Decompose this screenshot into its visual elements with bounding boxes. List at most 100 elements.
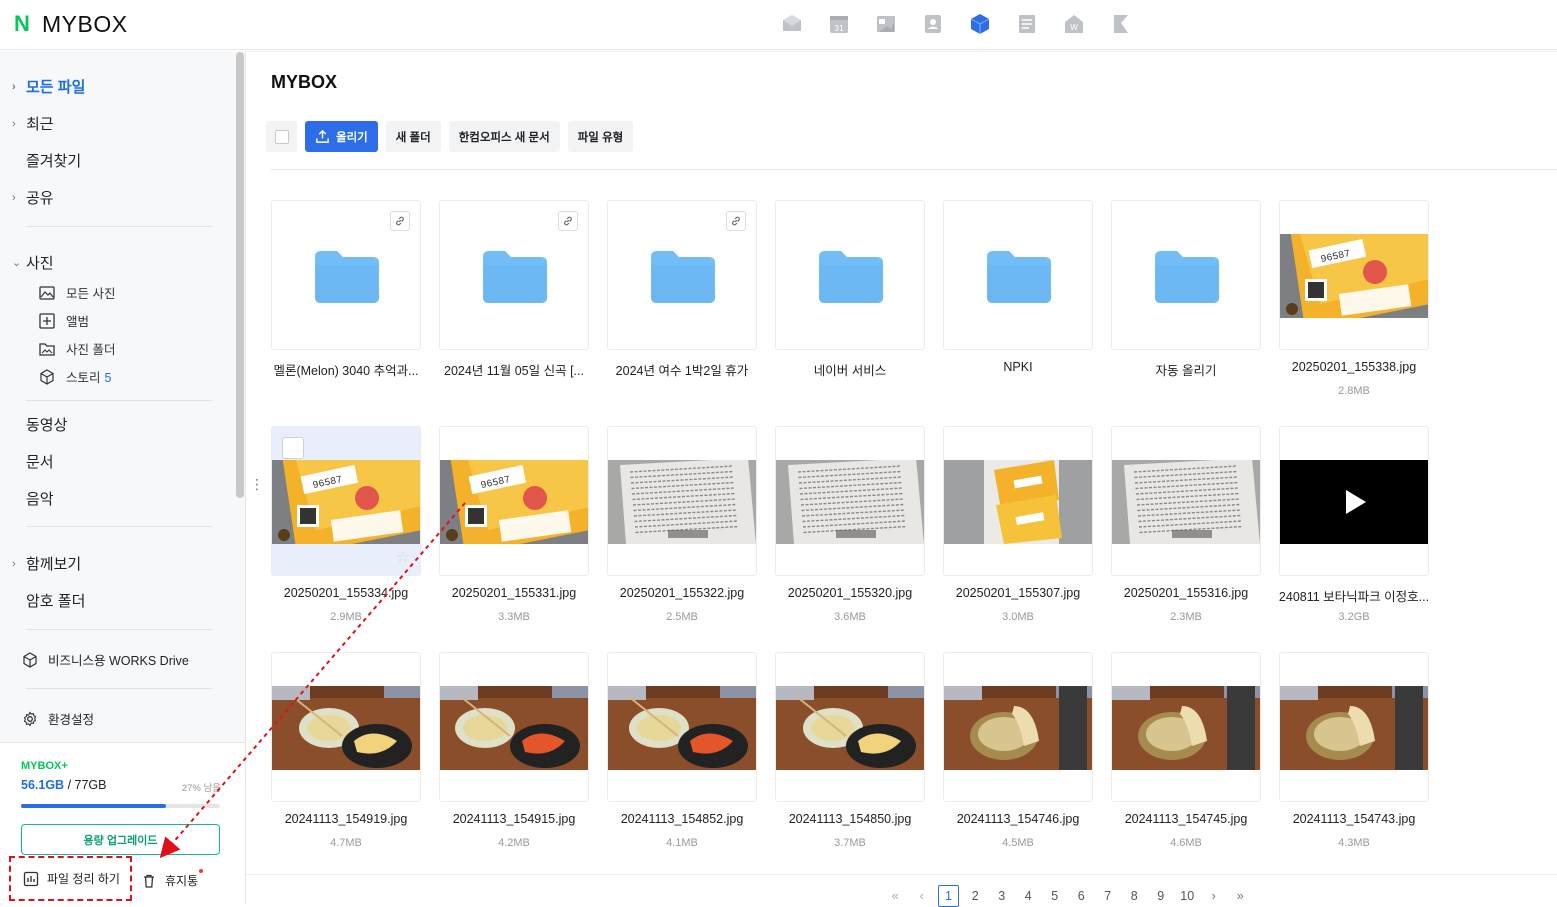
thumbnail[interactable]	[271, 652, 421, 802]
sidebar-divider	[26, 526, 212, 527]
news-app-button[interactable]	[874, 12, 898, 36]
page-number[interactable]: 6	[1068, 889, 1095, 903]
share-link-button[interactable]	[726, 211, 746, 231]
photo-thumbnail	[776, 686, 924, 770]
new-folder-button[interactable]: 새 폴더	[385, 121, 441, 152]
thumbnail[interactable]	[775, 426, 925, 576]
page-number[interactable]: 7	[1095, 889, 1122, 903]
page-number[interactable]: 2	[962, 889, 989, 903]
file-name: 20241113_154915.jpg	[452, 812, 576, 826]
photo-thumbnail	[776, 460, 924, 544]
item-checkbox[interactable]	[282, 437, 304, 459]
settings-link[interactable]: 환경설정	[22, 709, 94, 728]
page-number[interactable]: 9	[1148, 889, 1175, 903]
photo-image	[1280, 686, 1428, 770]
thumbnail[interactable]	[1279, 652, 1429, 802]
sidebar-item-label: 최근	[26, 116, 54, 133]
business-drive-link[interactable]: 비즈니스용 WORKS Drive	[22, 650, 189, 669]
star-icon[interactable]: ☆	[396, 547, 410, 567]
sidebar-item[interactable]: 음악	[26, 488, 54, 509]
thumbnail[interactable]	[271, 200, 421, 350]
storage-usage: 56.1GB / 77GB	[21, 778, 106, 792]
bookmark-icon	[1114, 15, 1128, 33]
photo-image: 96587	[272, 460, 420, 544]
prev-page-button[interactable]: ‹	[909, 889, 936, 903]
sidebar-subitem[interactable]: 스토리 5	[38, 367, 111, 386]
sidebar-item[interactable]: › 공유	[12, 187, 54, 208]
mail-app-button[interactable]	[780, 12, 804, 36]
file-size: 4.6MB	[1170, 837, 1202, 849]
sidebar-item[interactable]: 즐겨찾기	[26, 150, 81, 171]
bookmark-app-button[interactable]	[1109, 12, 1133, 36]
sidebar-item[interactable]: › 함께보기	[12, 553, 81, 574]
sidebar-subitem[interactable]: 모든 사진	[38, 283, 115, 302]
sidebar-scrollbar[interactable]	[236, 52, 244, 498]
memo-app-button[interactable]	[1015, 12, 1039, 36]
mybox-app-button[interactable]	[968, 12, 992, 36]
trash-button[interactable]: 휴지통	[141, 872, 198, 889]
sidebar-divider	[26, 629, 212, 630]
select-all-checkbox[interactable]	[266, 121, 297, 152]
sidebar-item[interactable]: › 최근	[12, 113, 54, 134]
thumbnail[interactable]	[607, 426, 757, 576]
contacts-app-button[interactable]	[921, 12, 945, 36]
thumbnail[interactable]	[607, 652, 757, 802]
page-number[interactable]: 3	[989, 889, 1016, 903]
sidebar-item[interactable]: 동영상	[26, 414, 67, 435]
page-number[interactable]: 5	[1042, 889, 1069, 903]
thumbnail[interactable]	[775, 200, 925, 350]
file-type-button[interactable]: 파일 유형	[567, 121, 634, 152]
photo-thumbnail	[608, 686, 756, 770]
page-number[interactable]: 10	[1174, 889, 1201, 903]
upload-button[interactable]: 올리기	[305, 121, 378, 152]
thumbnail[interactable]	[439, 200, 589, 350]
sidebar-item[interactable]: 문서	[26, 451, 54, 472]
thumbnail[interactable]: 96587	[439, 426, 589, 576]
thumbnail[interactable]	[1111, 426, 1261, 576]
panel-resize-handle[interactable]: ⋮	[250, 476, 264, 493]
pay-app-button[interactable]: W	[1062, 12, 1086, 36]
organize-files-button[interactable]: 파일 정리 하기	[9, 856, 132, 901]
file-size: 3.2GB	[1338, 611, 1370, 623]
top-divider	[246, 51, 1557, 52]
file-name: 자동 올리기	[1155, 364, 1217, 378]
page-number[interactable]: 4	[1015, 889, 1042, 903]
sidebar-item[interactable]: ⌄ 사진	[12, 252, 54, 273]
app-title: MYBOX	[42, 10, 128, 37]
thumbnail[interactable]	[1111, 652, 1261, 802]
thumbnail[interactable]	[1279, 426, 1429, 576]
page-number[interactable]: 8	[1121, 889, 1148, 903]
memo-icon	[1019, 15, 1035, 33]
sidebar-item[interactable]: 암호 폴더	[26, 590, 85, 611]
next-page-button[interactable]: ›	[1201, 889, 1228, 903]
thumbnail[interactable]	[775, 652, 925, 802]
calendar-app-button[interactable]: 31	[827, 12, 851, 36]
sidebar-subitem[interactable]: 사진 폴더	[38, 339, 115, 358]
photo-folder-icon	[39, 342, 55, 356]
chevron-icon: ›	[12, 191, 16, 204]
thumbnail[interactable]	[439, 652, 589, 802]
first-page-button[interactable]: «	[882, 889, 909, 903]
file-name: 2024년 11월 05일 신곡 [...	[444, 364, 584, 378]
upgrade-button[interactable]: 용량 업그레이드	[21, 824, 220, 855]
thumbnail[interactable]: 96587	[1279, 200, 1429, 350]
last-page-button[interactable]: »	[1227, 889, 1254, 903]
thumbnail[interactable]	[943, 426, 1093, 576]
sidebar-subitem[interactable]: 앨범	[38, 311, 89, 330]
svg-text:31: 31	[834, 23, 844, 33]
chevron-icon: ⌄	[12, 257, 22, 269]
share-link-button[interactable]	[558, 211, 578, 231]
file-size: 4.7MB	[330, 837, 362, 849]
image-icon	[39, 285, 55, 300]
storage-remain: 27% 남음	[181, 783, 221, 794]
thumbnail[interactable]	[1111, 200, 1261, 350]
sidebar-item[interactable]: › 모든 파일	[12, 76, 85, 97]
thumbnail[interactable]	[943, 652, 1093, 802]
thumbnail[interactable]	[943, 200, 1093, 350]
share-link-button[interactable]	[390, 211, 410, 231]
thumbnail[interactable]	[607, 200, 757, 350]
sidebar-divider	[26, 226, 212, 227]
logo[interactable]: N MYBOX	[14, 10, 128, 38]
hancom-new-doc-button[interactable]: 한컴오피스 새 문서	[448, 121, 560, 152]
thumbnail[interactable]: 96587 ☆	[271, 426, 421, 576]
